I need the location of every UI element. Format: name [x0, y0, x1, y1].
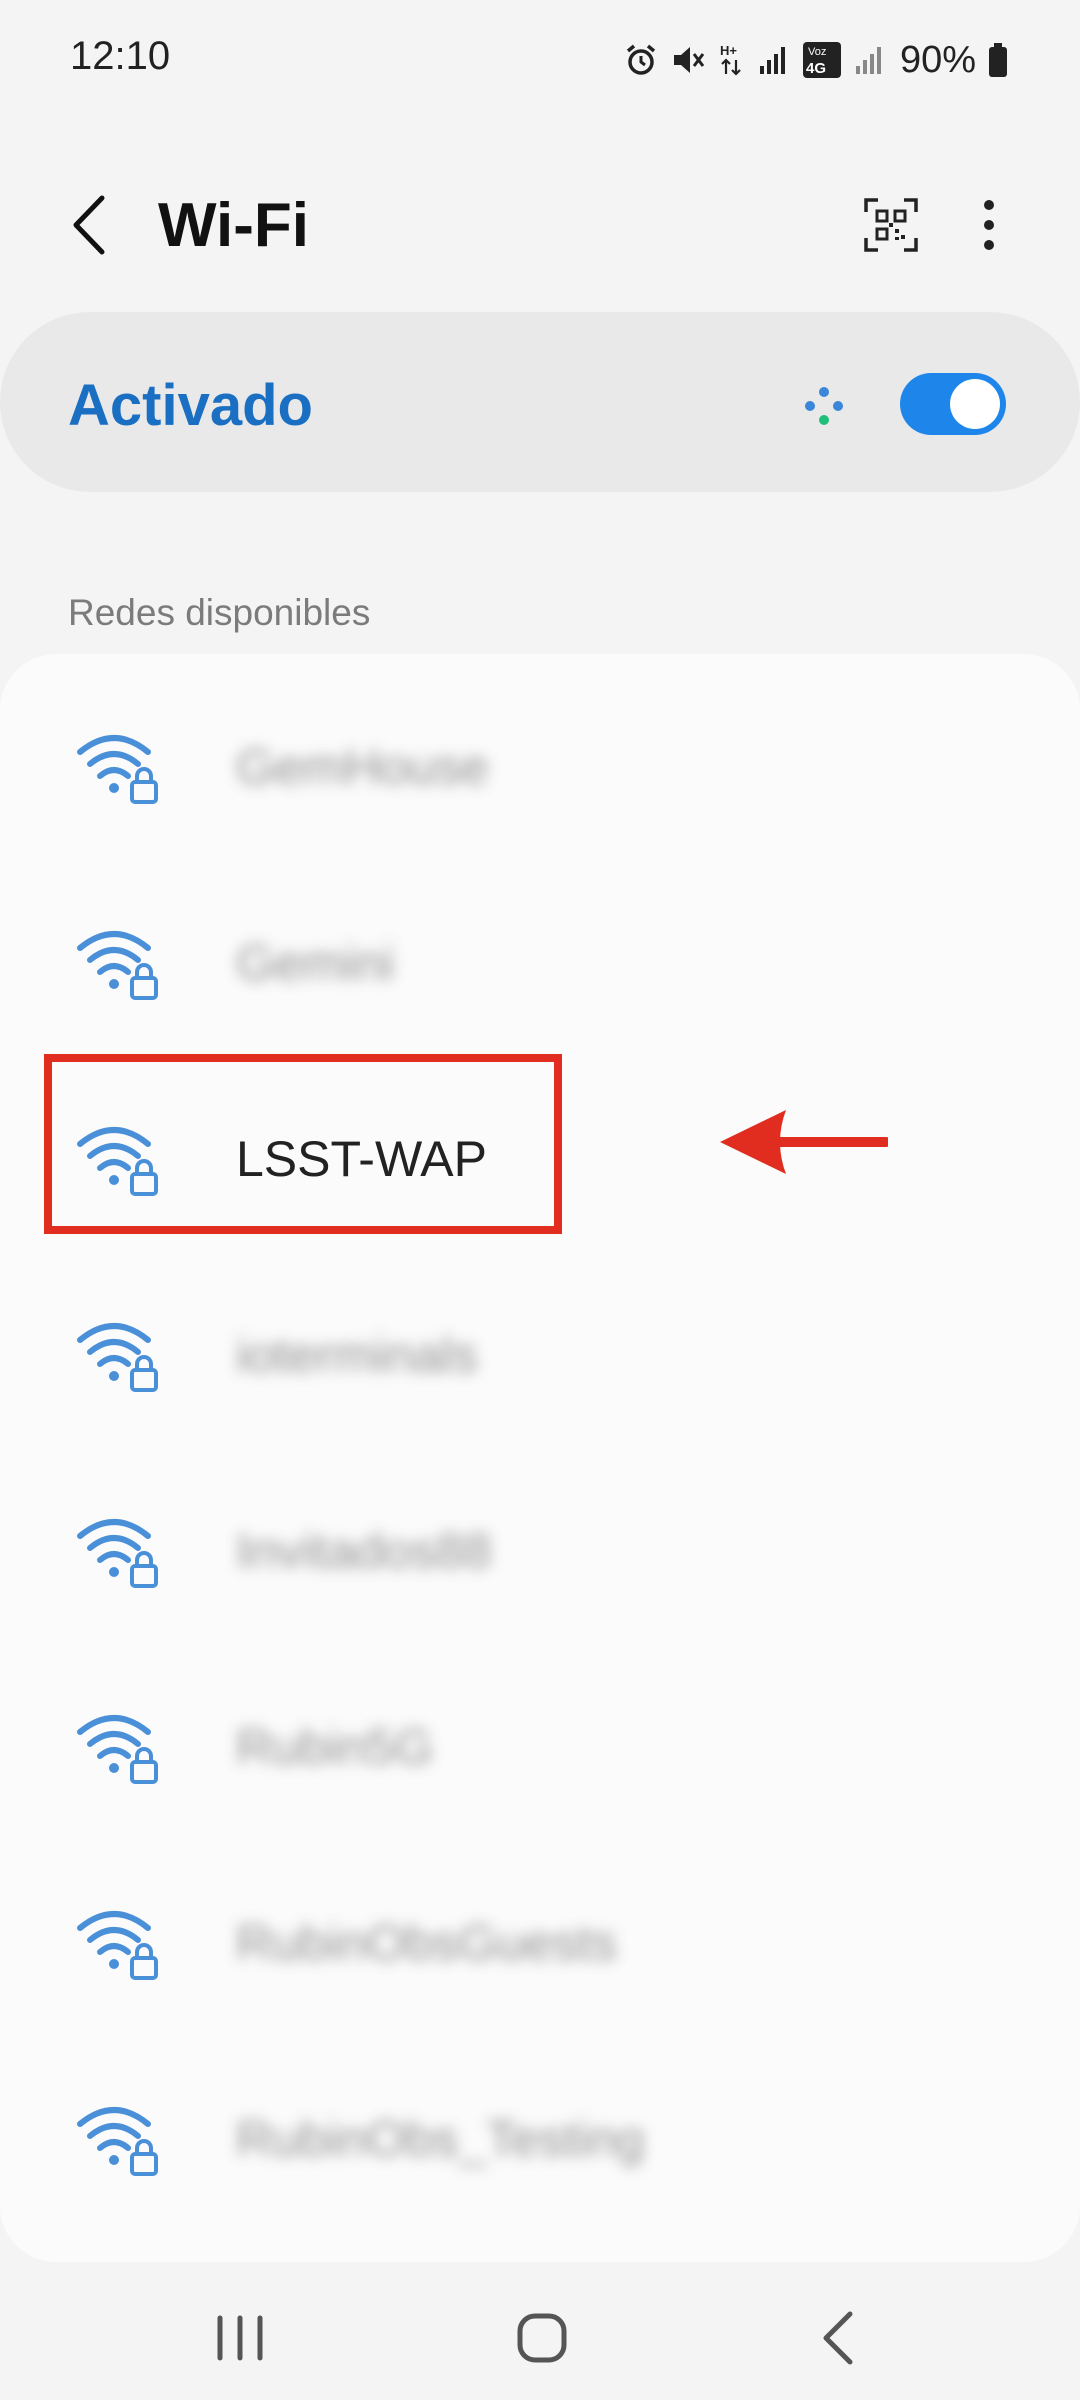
- wifi-state-label: Activado: [68, 373, 313, 438]
- back-button[interactable]: [62, 192, 122, 258]
- wifi-lock-icon: [77, 1323, 158, 1392]
- mute-icon: [673, 47, 705, 73]
- network-name: RubinObsGuests: [236, 1915, 617, 1971]
- signal-icon: [759, 47, 785, 74]
- signal-icon: [855, 47, 881, 74]
- red-arrow-icon: [720, 1110, 888, 1174]
- network-item[interactable]: ioterminals: [0, 1274, 1080, 1434]
- back-icon[interactable]: [816, 2308, 862, 2368]
- qr-code-icon: [864, 198, 918, 252]
- qr-code-button[interactable]: [860, 194, 922, 256]
- app-header: Wi-Fi: [0, 160, 1080, 290]
- more-options-button[interactable]: [966, 194, 1012, 256]
- toggle-knob: [950, 379, 1000, 429]
- network-name: GemHouse: [236, 739, 489, 795]
- network-item[interactable]: Invitados88: [0, 1470, 1080, 1630]
- section-title-available-networks: Redes disponibles: [68, 592, 371, 633]
- data-hplus-icon: H+: [720, 43, 741, 76]
- wifi-lock-icon: [77, 1715, 158, 1784]
- battery-icon: [989, 43, 1007, 77]
- network-list: GemHouse Gemini LSST-WAP ioterminals Inv…: [0, 654, 1080, 2262]
- svg-text:Voz: Voz: [808, 46, 826, 58]
- network-item[interactable]: GemHouse: [0, 686, 1080, 846]
- wifi-lock-icon: [77, 931, 158, 1000]
- home-icon[interactable]: [514, 2310, 570, 2366]
- back-arrow-icon: [73, 195, 105, 255]
- nearby-scan-icon[interactable]: [798, 380, 850, 432]
- more-vert-icon: [984, 200, 994, 250]
- network-name: ioterminals: [236, 1327, 478, 1383]
- svg-text:4G: 4G: [806, 60, 826, 77]
- battery-percent: 90%: [899, 38, 976, 81]
- alarm-icon: [626, 44, 656, 75]
- network-name: Rubin5G: [236, 1719, 434, 1775]
- wifi-lock-icon: [77, 1519, 158, 1588]
- network-item[interactable]: Rubin5G: [0, 1666, 1080, 1826]
- svg-text:H+: H+: [720, 43, 737, 58]
- network-item[interactable]: RubinObs_Testing: [0, 2058, 1080, 2218]
- network-name: Gemini: [236, 935, 395, 991]
- wifi-toggle[interactable]: [900, 373, 1006, 435]
- status-icons: H+ Voz 4G 90%: [624, 36, 1008, 84]
- highlight-box: [44, 1054, 562, 1234]
- volte-4g-icon: Voz 4G: [802, 42, 841, 78]
- network-item[interactable]: Gemini: [0, 882, 1080, 1042]
- recent-apps-icon[interactable]: [212, 2312, 268, 2364]
- navigation-bar: [0, 2270, 1080, 2400]
- page-title: Wi-Fi: [158, 191, 309, 260]
- status-bar: 12:10 H+ Voz 4G 90%: [0, 0, 1080, 120]
- wifi-lock-icon: [77, 1911, 158, 1980]
- network-item[interactable]: RubinObsGuests: [0, 1862, 1080, 2022]
- network-name: Invitados88: [236, 1523, 492, 1579]
- status-time: 12:10: [70, 34, 171, 78]
- network-name: RubinObs_Testing: [236, 2111, 645, 2167]
- wifi-lock-icon: [77, 2107, 158, 2176]
- wifi-lock-icon: [77, 735, 158, 804]
